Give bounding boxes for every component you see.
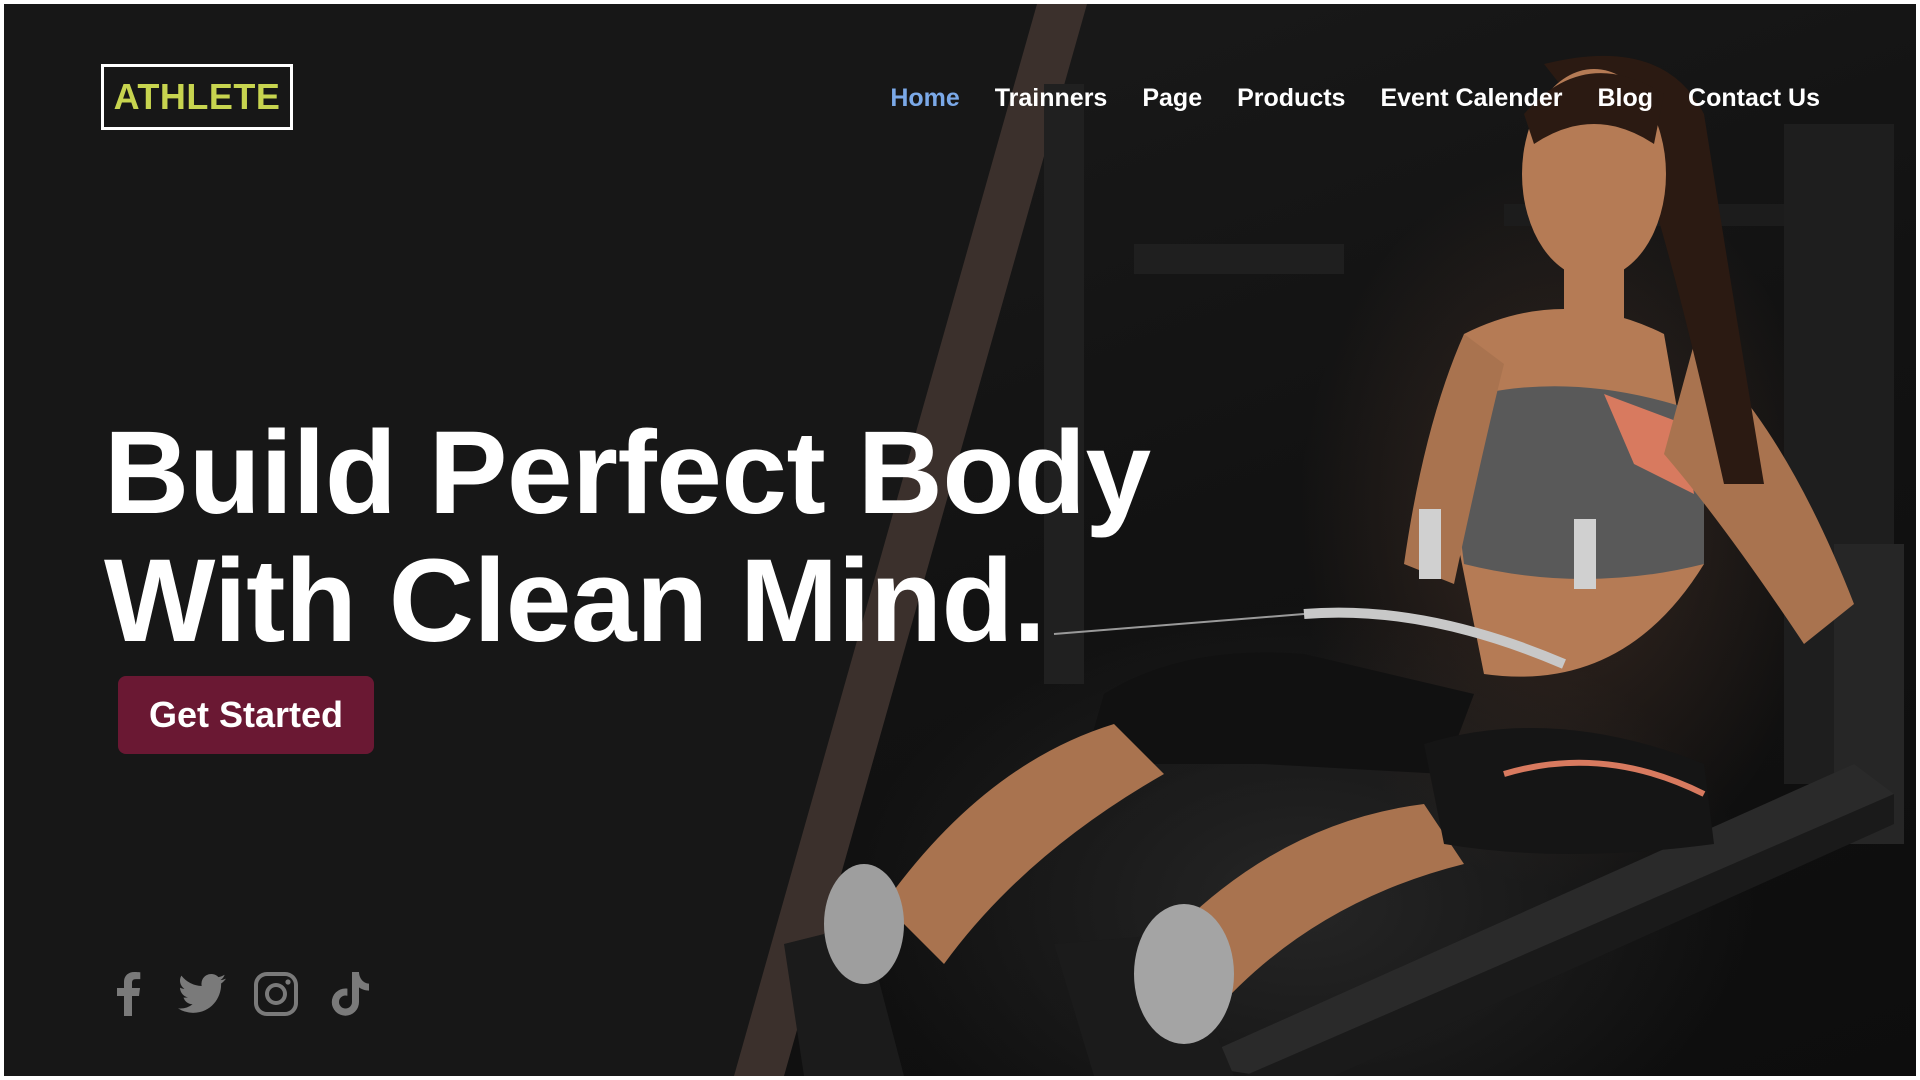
nav-item-products[interactable]: Products — [1237, 84, 1345, 113]
twitter-icon[interactable] — [178, 970, 226, 1018]
facebook-icon[interactable] — [104, 970, 152, 1018]
get-started-button[interactable]: Get Started — [118, 676, 374, 754]
social-links — [104, 970, 374, 1018]
nav-item-blog[interactable]: Blog — [1597, 84, 1653, 113]
tiktok-icon[interactable] — [326, 970, 374, 1018]
nav-item-page[interactable]: Page — [1142, 84, 1202, 113]
nav-item-contact-us[interactable]: Contact Us — [1688, 84, 1820, 113]
hero-title: Build Perfect Body With Clean Mind. — [104, 409, 1151, 665]
hero-title-line-1: Build Perfect Body — [104, 407, 1151, 539]
nav-item-trainners[interactable]: Trainners — [995, 84, 1108, 113]
brand-logo[interactable]: ATHLETE — [101, 64, 293, 130]
nav-item-home[interactable]: Home — [890, 84, 959, 113]
main-nav: Home Trainners Page Products Event Calen… — [890, 84, 1820, 113]
hero-title-line-2: With Clean Mind. — [104, 535, 1046, 667]
hero-section: ATHLETE Home Trainners Page Products Eve… — [4, 4, 1916, 1076]
instagram-icon[interactable] — [252, 970, 300, 1018]
nav-item-event-calender[interactable]: Event Calender — [1380, 84, 1562, 113]
